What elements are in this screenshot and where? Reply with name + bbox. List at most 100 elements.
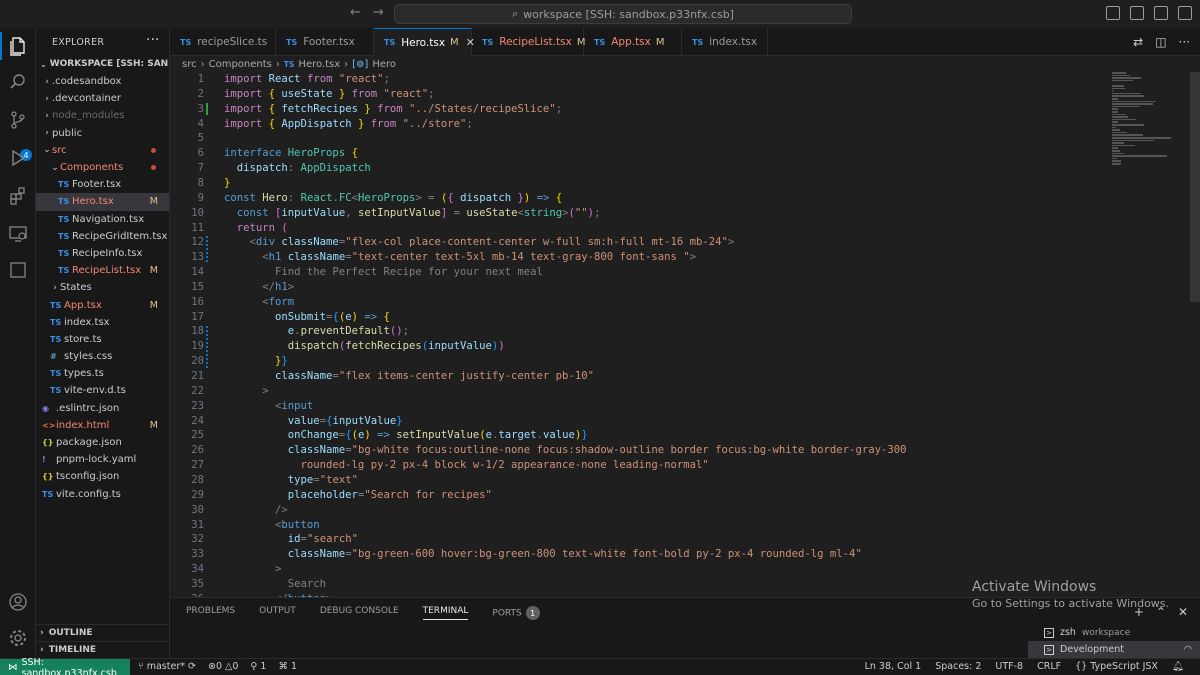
tree-item[interactable]: {} tsconfig.json — [36, 468, 169, 485]
breadcrumb-src[interactable]: src — [182, 59, 197, 70]
toggle-secondary-sidebar-icon[interactable] — [1154, 6, 1168, 20]
tree-item[interactable]: # styles.css — [36, 348, 169, 365]
settings-gear-icon[interactable] — [6, 626, 30, 650]
tab-debug-console[interactable]: DEBUG CONSOLE — [320, 606, 399, 620]
customize-layout-icon[interactable] — [1178, 6, 1192, 20]
editor-tab[interactable]: TS recipeSlice.ts — [170, 28, 276, 56]
tree-item[interactable]: <> index.html M — [36, 417, 169, 434]
forward-arrow-icon[interactable]: → — [373, 5, 384, 20]
tree-item[interactable]: ⌄ src — [36, 142, 169, 159]
workspace-header[interactable]: ⌄ WORKSPACE [SSH: SANDB... — [36, 56, 169, 72]
tree-item[interactable]: TS RecipeList.tsx M — [36, 262, 169, 279]
encoding[interactable]: UTF-8 — [995, 661, 1023, 672]
toggle-sidebar-icon[interactable] — [1106, 6, 1120, 20]
indentation[interactable]: Spaces: 2 — [935, 661, 981, 672]
account-icon[interactable] — [6, 590, 30, 614]
editor-tab[interactable]: TS App.tsx M — [584, 28, 682, 56]
tree-item[interactable]: TS Footer.tsx — [36, 176, 169, 193]
remote-label: SSH: sandbox.p33nfx.csb — [21, 656, 117, 675]
chevron-right-icon: › — [45, 76, 49, 87]
run-debug-icon[interactable] — [6, 146, 30, 170]
code-token: from — [351, 87, 384, 100]
split-editor-icon[interactable]: ◫ — [1155, 35, 1166, 49]
code-token: ) — [351, 310, 365, 323]
remote-indicator[interactable]: ⋈ SSH: sandbox.p33nfx.csb — [0, 656, 130, 675]
command-center-search[interactable]: ⌕ workspace [SSH: sandbox.p33nfx.csb] — [394, 4, 852, 24]
editor-tab[interactable]: TS RecipeList.tsx M — [472, 28, 585, 56]
changes-dot — [151, 147, 156, 153]
editor-tab[interactable]: TS index.tsx — [682, 28, 768, 56]
tree-item[interactable]: › States — [36, 279, 169, 296]
code-line: 24 value={inputValue} — [170, 414, 1200, 429]
more-actions-icon[interactable]: ··· — [1179, 35, 1190, 49]
title-bar: ← → ⌕ workspace [SSH: sandbox.p33nfx.csb… — [0, 0, 1200, 28]
tree-item[interactable]: TS store.ts — [36, 331, 169, 348]
toggle-panel-icon[interactable] — [1130, 6, 1144, 20]
chevron-right-icon: › — [53, 282, 57, 293]
tree-item[interactable]: TS index.tsx — [36, 314, 169, 331]
breadcrumb-components[interactable]: Components — [209, 59, 272, 70]
code-text: </h1> — [224, 280, 294, 295]
source-control-icon[interactable] — [6, 108, 30, 132]
tree-item[interactable]: TS Navigation.tsx — [36, 211, 169, 228]
tree-item[interactable]: TS RecipeGridItem.tsx — [36, 228, 169, 245]
modified-marker: M — [149, 299, 158, 311]
problems-indicator[interactable]: ⊗0 △0 — [208, 661, 238, 672]
tree-item[interactable]: TS vite.config.ts — [36, 486, 169, 503]
tree-item[interactable]: TS Hero.tsx M — [36, 193, 169, 211]
code-token: return — [224, 221, 282, 234]
back-arrow-icon[interactable]: ← — [350, 5, 361, 20]
editor-tab[interactable]: TS Hero.tsx M ✕ — [374, 28, 475, 56]
branch-indicator[interactable]: ⑂ master* ⟳ — [138, 661, 196, 672]
line-number: 18 — [191, 325, 204, 338]
notifications-icon[interactable]: 🔔︎ — [1172, 661, 1184, 672]
tree-item[interactable]: ! pnpm-lock.yaml — [36, 451, 169, 468]
terminal-item-zsh[interactable]: > zsh workspace — [1028, 624, 1200, 641]
breadcrumb-symbol[interactable]: Hero — [372, 59, 396, 70]
code-line: 33 className="bg-green-600 hover:bg-gree… — [170, 547, 1200, 562]
more-actions-icon[interactable]: ··· — [146, 32, 159, 48]
tree-item[interactable]: ◉ .eslintrc.json — [36, 400, 169, 417]
end-of-line[interactable]: CRLF — [1037, 661, 1061, 672]
code-token: "Search for recipes" — [364, 488, 492, 501]
code-token: ; — [428, 87, 435, 100]
code-token: ; — [555, 102, 563, 115]
code-token: div — [255, 236, 282, 249]
loading-spinner-icon: ◠ — [1183, 644, 1192, 655]
tree-item[interactable]: › .devcontainer — [36, 90, 169, 107]
tree-item[interactable]: TS types.ts — [36, 365, 169, 382]
tree-item[interactable]: › .codesandbox — [36, 73, 169, 90]
tab-output[interactable]: OUTPUT — [259, 606, 296, 620]
remote-explorer-icon[interactable] — [6, 222, 30, 246]
tree-item[interactable]: ⌄ Components — [36, 159, 169, 176]
extensions-icon[interactable] — [6, 184, 30, 208]
tree-item[interactable]: TS RecipeInfo.tsx — [36, 245, 169, 262]
close-panel-icon[interactable]: ✕ — [1178, 605, 1188, 619]
line-number: 7 — [197, 162, 204, 175]
cursor-position[interactable]: Ln 38, Col 1 — [865, 661, 922, 672]
compare-changes-icon[interactable]: ⇄ — [1133, 35, 1143, 49]
terminal-item-development[interactable]: > Development ◠ — [1028, 641, 1200, 658]
explorer-icon[interactable] — [6, 34, 30, 58]
tree-item[interactable]: TS App.tsx M — [36, 296, 169, 313]
tree-item[interactable]: TS vite-env.d.ts — [36, 382, 169, 399]
code-text: value={inputValue} — [224, 414, 403, 429]
tab-terminal[interactable]: TERMINAL — [422, 606, 469, 620]
info-indicator[interactable]: ⌘ 1 — [278, 661, 297, 672]
language-mode[interactable]: {} TypeScript JSX — [1075, 661, 1158, 672]
editor-tab[interactable]: TS Footer.tsx — [276, 28, 374, 56]
outline-section[interactable]: › OUTLINE — [36, 624, 169, 641]
tree-item[interactable]: {} package.json — [36, 434, 169, 451]
panel-icon[interactable] — [6, 258, 30, 282]
tree-item[interactable]: › node_modules — [36, 107, 169, 124]
code-line: 31 <button — [170, 518, 1200, 533]
tree-item[interactable]: › public — [36, 125, 169, 142]
search-icon[interactable] — [6, 70, 30, 94]
ports-indicator[interactable]: ⚲ 1 — [250, 661, 266, 672]
timeline-section[interactable]: › TIMELINE — [36, 641, 169, 658]
tab-ports[interactable]: PORTS 1 — [492, 606, 540, 620]
code-editor[interactable]: 1 import React from "react"; 2 import { use… — [170, 72, 1200, 597]
breadcrumb-file[interactable]: Hero.tsx — [298, 59, 340, 70]
tab-problems[interactable]: PROBLEMS — [186, 606, 235, 620]
tree-item-label: vite.config.ts — [56, 488, 121, 500]
